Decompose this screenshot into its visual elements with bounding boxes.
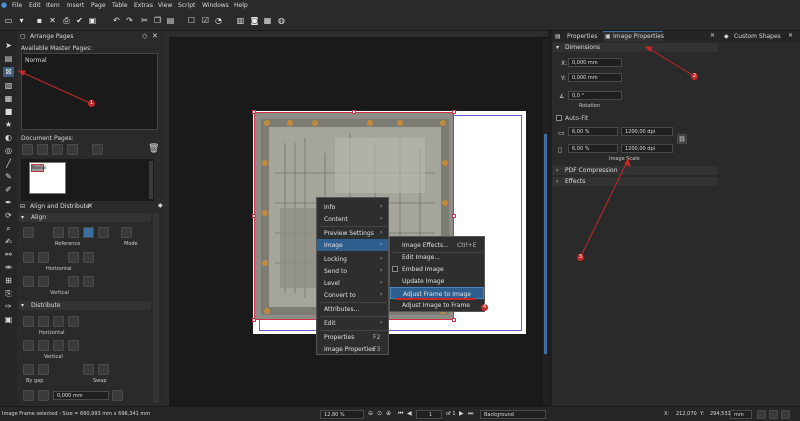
selection-status: Image Frame selected : Size = 660,993 mm…: [2, 411, 151, 417]
arrow-1: [20, 71, 91, 104]
arrow-2: [647, 47, 695, 77]
last-page-icon[interactable]: ⏭: [468, 410, 473, 418]
visual-appearance-button[interactable]: [769, 410, 778, 419]
annotation-marker-3: 3: [577, 254, 584, 261]
coord-x-label: X:: [664, 411, 670, 417]
annotation-marker-1: 1: [88, 100, 95, 107]
annotation-marker-2: 2: [691, 73, 698, 80]
zoom-in-icon[interactable]: ⊕: [386, 410, 391, 417]
zoom-out-icon[interactable]: ⊖: [368, 410, 373, 417]
unit-select[interactable]: mm: [730, 410, 752, 419]
coord-x-value: 212,070: [676, 411, 697, 417]
next-page-icon[interactable]: ▶: [459, 410, 464, 417]
coord-y-value: 294,531: [710, 411, 731, 417]
preview-mode-button[interactable]: [757, 410, 766, 419]
first-page-icon[interactable]: ⏮: [398, 410, 403, 418]
page-number-field[interactable]: 1: [416, 410, 442, 419]
color-management-button[interactable]: [781, 410, 790, 419]
zoom-field[interactable]: 12,80 %: [320, 410, 364, 419]
arrowhead-1: [17, 70, 26, 76]
zoom-100-icon[interactable]: ⊙: [377, 410, 382, 417]
annotation-marker-4: 4: [481, 304, 488, 311]
layer-select[interactable]: Background: [480, 410, 546, 419]
arrow-3: [580, 161, 628, 257]
coord-y-label: Y:: [700, 411, 705, 417]
status-bar: Image Frame selected : Size = 660,993 mm…: [0, 406, 800, 421]
prev-page-icon[interactable]: ◀: [407, 410, 412, 417]
annotation-arrows: [17, 46, 695, 257]
page-count-label: of 1: [446, 411, 456, 417]
